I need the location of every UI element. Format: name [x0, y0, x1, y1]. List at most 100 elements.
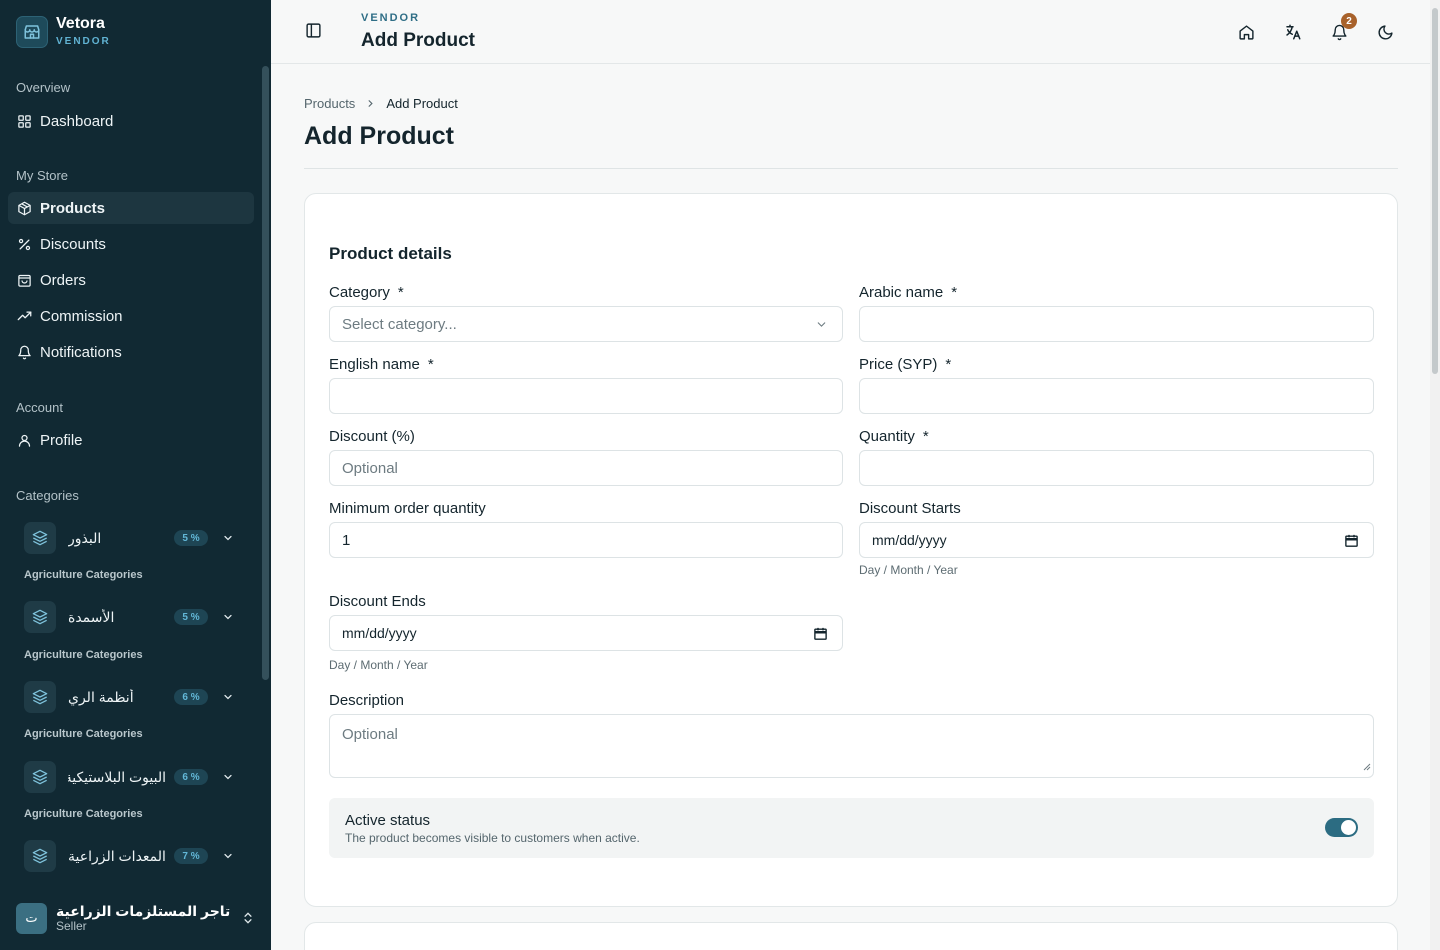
layers-icon — [24, 840, 56, 872]
panel-toggle-icon[interactable] — [305, 22, 322, 44]
commission-badge: 7 % — [174, 848, 208, 864]
toggle-knob — [1341, 820, 1356, 835]
user-menu[interactable]: ت تاجر المستلزمات الزراعية Seller — [16, 902, 256, 934]
category-item[interactable]: البذور 5 % — [24, 522, 242, 554]
chevron-right-icon — [365, 98, 376, 109]
sidebar-item-dashboard[interactable]: Dashboard — [8, 105, 254, 137]
layers-icon — [24, 761, 56, 793]
sidebar-item-profile[interactable]: Profile — [8, 424, 254, 456]
category-item[interactable]: المعدات الزراعية 7 % — [24, 840, 242, 872]
layers-icon — [24, 681, 56, 713]
category-item[interactable]: الأسمدة 5 % — [24, 601, 242, 633]
discount-starts-date[interactable]: mm/dd/yyyy — [859, 522, 1374, 558]
page-scrollbar[interactable] — [1432, 8, 1438, 374]
brand[interactable]: Vetora VENDOR — [16, 15, 111, 48]
chevron-down-icon[interactable] — [222, 850, 234, 862]
required-mark: * — [951, 284, 958, 301]
topbar: VENDOR Add Product 2 — [271, 0, 1430, 64]
quantity-label: Quantity * — [859, 428, 929, 445]
min-order-quantity-label: Minimum order quantity — [329, 500, 486, 517]
bell-icon — [16, 344, 32, 360]
sidebar-item-notifications[interactable]: Notifications — [8, 336, 254, 368]
price-field[interactable] — [859, 378, 1374, 414]
sidebar-item-label: Notifications — [40, 343, 122, 361]
chevrons-updown-icon[interactable] — [241, 910, 255, 931]
category-item[interactable]: البيوت البلاستيكية 6 % — [24, 761, 242, 793]
layers-icon — [24, 601, 56, 633]
min-order-quantity-value: 1 — [342, 531, 351, 549]
sidebar-item-label: Dashboard — [40, 112, 114, 130]
moon-icon[interactable] — [1375, 22, 1395, 42]
english-name-field[interactable] — [329, 378, 843, 414]
discount-ends-label: Discount Ends — [329, 593, 426, 610]
topbar-title: Add Product — [361, 30, 475, 51]
description-textarea[interactable]: Optional — [329, 714, 1374, 778]
divider — [304, 168, 1398, 169]
sidebar-item-discounts[interactable]: Discounts — [8, 228, 254, 260]
commission-badge: 5 % — [174, 530, 208, 546]
translate-icon[interactable] — [1283, 22, 1303, 42]
layers-icon — [24, 522, 56, 554]
active-status-toggle[interactable] — [1325, 818, 1358, 837]
sidebar-item-label: Profile — [40, 431, 83, 449]
notification-count-badge: 2 — [1341, 13, 1357, 29]
discount-field[interactable]: Optional — [329, 450, 843, 486]
trend-icon — [16, 308, 32, 324]
sidebar: Vetora VENDOR Overview Dashboard My Stor… — [0, 0, 271, 950]
resize-handle-icon[interactable] — [1363, 758, 1371, 775]
section-label-mystore: My Store — [16, 168, 69, 183]
chevron-down-icon[interactable] — [222, 611, 234, 623]
bag-icon — [16, 272, 32, 288]
category-name: البيوت البلاستيكية — [68, 768, 166, 785]
category-name: البذور — [68, 529, 102, 546]
commission-badge: 6 % — [174, 689, 208, 705]
min-order-quantity-field[interactable]: 1 — [329, 522, 843, 558]
sidebar-item-commission[interactable]: Commission — [8, 300, 254, 332]
section-title: Product details — [329, 244, 452, 263]
brand-name: Vetora — [56, 15, 105, 32]
price-label: Price (SYP) * — [859, 356, 952, 373]
chevron-down-icon — [815, 318, 828, 331]
calendar-icon[interactable] — [1344, 533, 1359, 548]
chevron-down-icon[interactable] — [222, 691, 234, 703]
quantity-field[interactable] — [859, 450, 1374, 486]
breadcrumb-link-products[interactable]: Products — [304, 96, 355, 111]
commission-badge: 6 % — [174, 769, 208, 785]
required-mark: * — [922, 428, 929, 445]
avatar: ت — [16, 902, 47, 934]
box-icon — [16, 200, 32, 216]
description-label: Description — [329, 692, 405, 709]
discount-starts-label: Discount Starts — [859, 500, 961, 517]
category-name: المعدات الزراعية — [68, 847, 166, 864]
chevron-down-icon[interactable] — [222, 771, 234, 783]
category-select[interactable]: Select category... — [329, 306, 843, 342]
home-icon[interactable] — [1236, 22, 1256, 42]
store-icon — [16, 15, 48, 48]
user-name: تاجر المستلزمات الزراعية — [56, 903, 231, 919]
user-icon — [16, 432, 32, 448]
required-mark: * — [945, 356, 952, 373]
category-item[interactable]: أنظمة الري 6 % — [24, 681, 242, 713]
description-placeholder: Optional — [342, 726, 398, 743]
sidebar-scrollbar[interactable] — [262, 66, 269, 680]
percent-icon — [16, 236, 32, 252]
discount-ends-date[interactable]: mm/dd/yyyy — [329, 615, 843, 651]
section-label-account: Account — [16, 400, 63, 415]
active-status-title: Active status — [345, 812, 431, 829]
active-status-panel: Active status The product becomes visibl… — [329, 798, 1374, 858]
chevron-down-icon[interactable] — [222, 532, 234, 544]
arabic-name-label: Arabic name * — [859, 284, 958, 301]
sidebar-item-products[interactable]: Products — [8, 192, 254, 224]
category-group-label: Agriculture Categories — [24, 728, 143, 740]
next-section-card — [304, 922, 1398, 950]
grid-icon — [16, 113, 32, 129]
arabic-name-field[interactable] — [859, 306, 1374, 342]
category-group-label: Agriculture Categories — [24, 569, 143, 581]
category-name: أنظمة الري — [68, 688, 134, 705]
breadcrumb-current: Add Product — [386, 96, 458, 111]
breadcrumb: Products Add Product — [304, 96, 458, 111]
category-group-label: Agriculture Categories — [24, 649, 143, 661]
sidebar-item-orders[interactable]: Orders — [8, 264, 254, 296]
calendar-icon[interactable] — [813, 626, 828, 641]
sidebar-item-label: Commission — [40, 307, 123, 325]
